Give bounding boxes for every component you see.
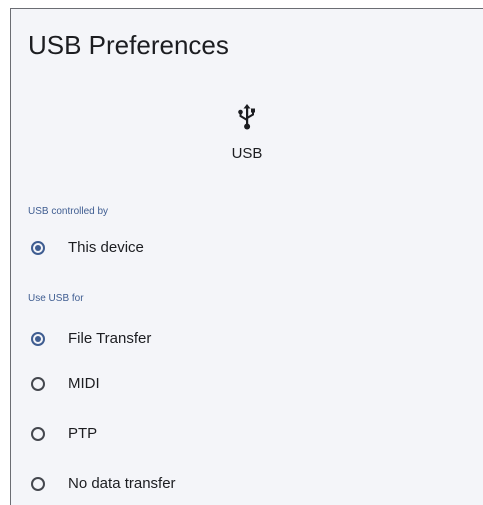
option-this-device[interactable]: This device <box>11 226 483 270</box>
section-header-controlled-by: USB controlled by <box>28 206 109 217</box>
page-title: USB Preferences <box>28 30 229 60</box>
option-ptp[interactable]: PTP <box>11 412 483 456</box>
radio-midi[interactable] <box>31 377 45 391</box>
usb-header: USB <box>11 103 483 163</box>
section-header-use-usb-for: Use USB for <box>28 293 84 304</box>
option-label: This device <box>68 239 144 256</box>
option-no-data-transfer[interactable]: No data transfer <box>11 462 483 505</box>
option-label: No data transfer <box>68 475 176 492</box>
option-label: PTP <box>68 425 98 442</box>
usb-icon <box>238 104 255 130</box>
usb-preferences-screen: USB Preferences USB USB controlled by Th… <box>10 8 483 505</box>
radio-no-data-transfer[interactable] <box>31 477 45 491</box>
radio-file-transfer[interactable] <box>31 332 45 346</box>
radio-this-device[interactable] <box>31 241 45 255</box>
option-file-transfer[interactable]: File Transfer <box>11 317 483 361</box>
option-midi[interactable]: MIDI <box>11 362 483 406</box>
option-label: MIDI <box>68 375 100 392</box>
option-label: File Transfer <box>68 330 152 347</box>
radio-ptp[interactable] <box>31 427 45 441</box>
usb-label: USB <box>231 145 263 162</box>
